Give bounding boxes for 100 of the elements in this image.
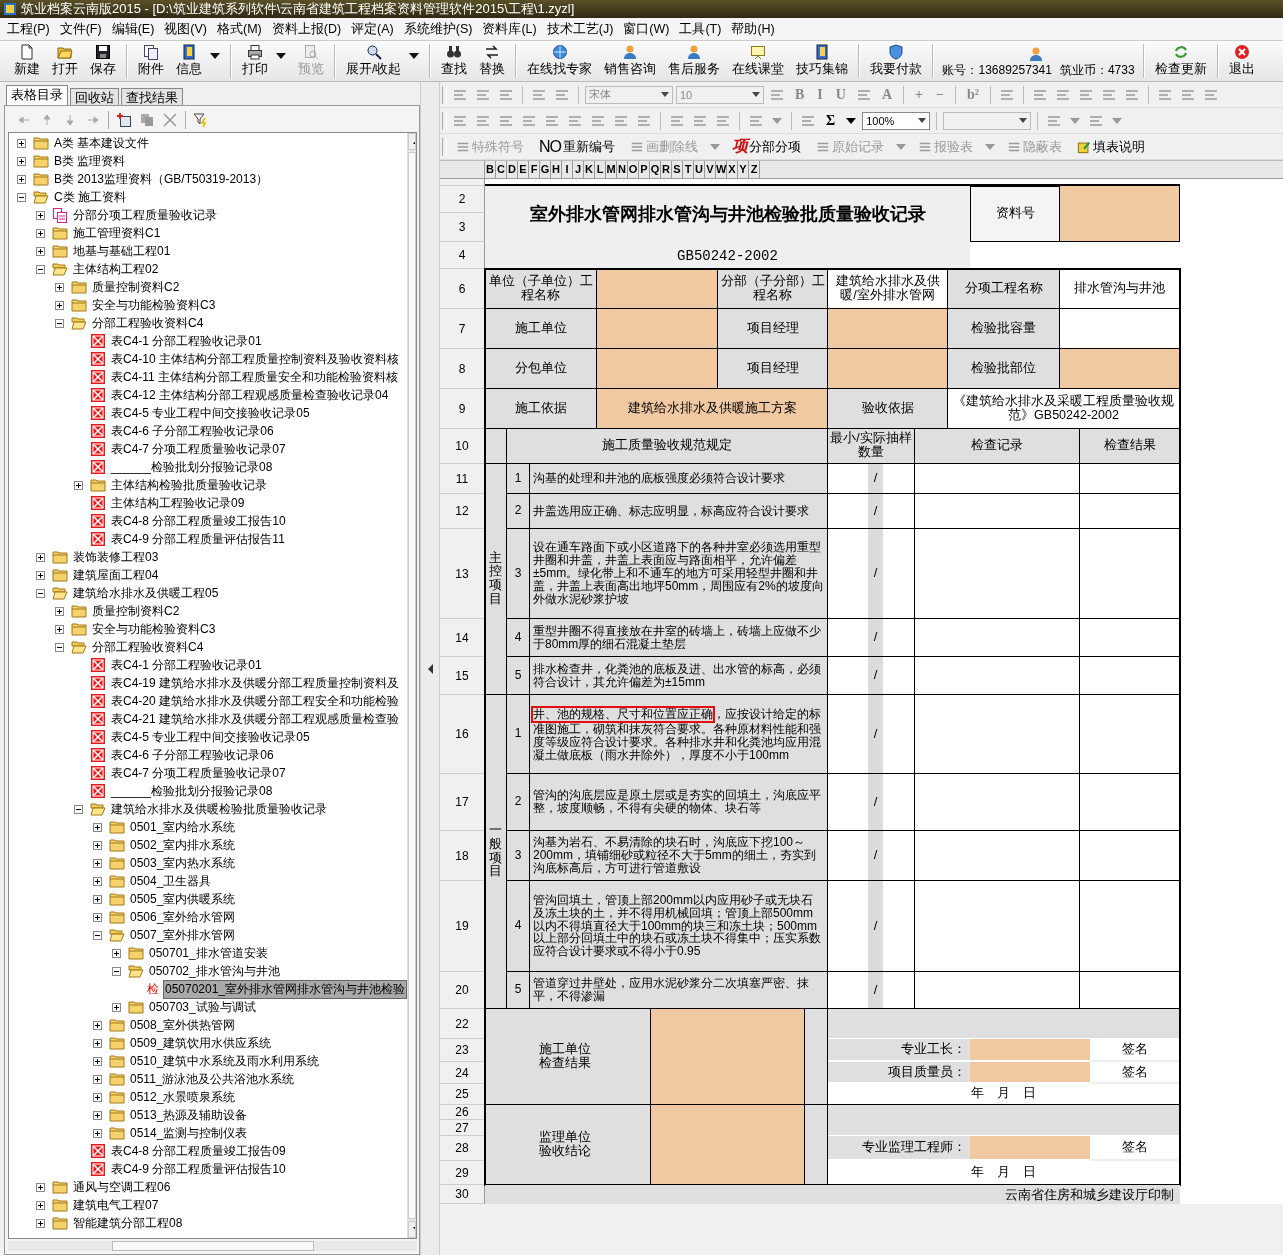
tree-item[interactable]: 表C4-20 建筑给水排水及供暖分部工程安全和功能检验 [109,691,402,711]
expand-toggle[interactable] [93,894,102,904]
tree-item[interactable]: 通风与空调工程06 [71,1177,173,1197]
column-header[interactable]: M [606,161,617,178]
tree-item[interactable]: 表C4-1 分部工程验收记录01 [109,331,264,351]
tree-item[interactable]: 表C4-1 分部工程验收记录01 [109,655,264,675]
toolbar-button[interactable]: 新建 [8,42,46,80]
column-header[interactable]: C [496,161,507,178]
menu-item[interactable]: 格式(M) [212,20,267,38]
tree-item[interactable]: A类 基本建设文件 [52,133,152,153]
collapse-toggle[interactable] [112,966,121,976]
toolbar-button[interactable]: NO重新编号 [533,137,621,156]
tree-item[interactable]: 表C4-6 子分部工程验收记录06 [109,421,276,441]
expand-toggle[interactable] [93,858,102,868]
toolbar-button[interactable]: 信息 [170,42,208,80]
tree-item[interactable]: 表C4-9 分部工程质量评估报告10 [109,1159,288,1179]
input-field[interactable] [597,309,718,349]
toolbar-button[interactable]: 退出 [1222,42,1261,80]
tree-item[interactable]: 0512_水景喷泉系统 [128,1087,238,1107]
tree-item[interactable]: 施工管理资料C1 [71,223,163,243]
column-header[interactable]: V [705,161,716,178]
input-field[interactable] [1060,349,1180,389]
tree-item[interactable]: 分部工程验收资料C4 [90,637,206,657]
tree-item[interactable]: 表C4-12 主体结构分部工程观感质量检查验收记录04 [109,385,391,405]
panel-tab[interactable]: 查找结果 [121,88,183,105]
expand-toggle[interactable] [36,228,45,238]
menu-item[interactable]: 资料库(L) [477,20,542,38]
column-header[interactable]: E [518,161,529,178]
collapse-toggle[interactable] [74,804,83,814]
expand-toggle[interactable] [17,156,26,166]
format-button[interactable]: Σ [821,112,841,129]
input-field[interactable] [828,309,948,349]
tree-item[interactable]: C类 施工资料 [52,187,128,207]
tree-item[interactable]: 0508_室外供热管网 [128,1015,238,1035]
tree-item[interactable]: 表C4-6 子分部工程验收记录06 [109,745,276,765]
column-header[interactable]: L [595,161,606,178]
scroll-bar[interactable] [8,1241,417,1251]
tree-item[interactable]: 表C4-11 主体结构分部工程质量安全和功能检验资料核 [109,367,401,387]
column-header[interactable]: J [573,161,584,178]
column-header[interactable]: T [683,161,694,178]
toolbar-button[interactable]: 替换 [473,42,512,80]
tree-item[interactable]: 表C4-7 分项工程质量验收记录07 [109,763,288,783]
filter-icon[interactable] [193,112,209,128]
expand-toggle[interactable] [55,624,64,634]
toolbar-button[interactable]: 打印 [236,42,274,80]
tree-item[interactable]: 050701_排水管道安装 [147,943,270,963]
tree-item[interactable]: 0506_室外给水管网 [128,907,238,927]
menu-item[interactable]: 评定(A) [346,20,399,38]
column-header[interactable]: Y [738,161,749,178]
menu-item[interactable]: 系统维护(S) [398,20,478,38]
expand-toggle[interactable] [93,1074,102,1084]
tree-item[interactable]: 表C4-8 分部工程质量竣工报告09 [109,1141,288,1161]
tree-item[interactable]: 0513_热源及辅助设备 [128,1105,250,1125]
expand-toggle[interactable] [36,1200,45,1210]
column-header[interactable]: U [694,161,705,178]
toolbar-button[interactable]: 售后服务 [662,42,727,80]
tree-item[interactable]: 表C4-5 专业工程中间交接验收记录05 [109,403,312,423]
combo-box[interactable]: 100% [862,111,931,130]
tree-item[interactable]: 050702_排水管沟与井池 [147,961,282,981]
tree-item[interactable]: 建筑电气工程07 [71,1195,161,1215]
tree-item[interactable]: 0504_卫生器具 [128,871,214,891]
menu-item[interactable]: 窗口(W) [618,20,675,38]
toolbar-button[interactable]: 我要付款 [864,42,929,80]
input-field[interactable] [828,349,948,389]
dropdown-arrow-icon[interactable] [210,53,220,59]
tree-item[interactable]: 05070201_室外排水管网排水管沟与井池检验 [163,979,408,999]
tree-item[interactable]: 0510_建筑中水系统及雨水利用系统 [128,1051,322,1071]
expand-toggle[interactable] [93,1092,102,1102]
tree-item[interactable]: 表C4-5 专业工程中间交接验收记录05 [109,727,312,747]
expand-toggle[interactable] [36,210,45,220]
column-header[interactable]: W [716,161,727,178]
tree-item[interactable]: 0501_室内给水系统 [128,817,238,837]
column-header[interactable]: D [507,161,518,178]
tree-item[interactable]: B类 2013监理资料（GB/T50319-2013） [52,169,271,189]
toolbar-button[interactable]: 检查更新 [1148,42,1213,80]
expand-toggle[interactable] [17,174,26,184]
input-field[interactable]: 建筑给水排水及供暖施工方案 [597,389,828,429]
tree-item[interactable]: 建筑给水排水及供暖检验批质量验收记录 [109,799,329,819]
tree-item[interactable]: 建筑屋面工程04 [71,565,161,585]
expand-toggle[interactable] [17,138,26,148]
menu-item[interactable]: 工具(T) [674,20,727,38]
column-header[interactable]: H [551,161,562,178]
tree-item[interactable]: 0509_建筑饮用水供应系统 [128,1033,274,1053]
column-header[interactable]: I [562,161,573,178]
collapse-toggle[interactable] [55,642,64,652]
tree-item[interactable]: 分部工程验收资料C4 [90,313,206,333]
column-header[interactable]: S [672,161,683,178]
menu-item[interactable]: 编辑(E) [106,20,160,38]
panel-tab[interactable]: 表格目录 [6,85,68,105]
expand-toggle[interactable] [55,282,64,292]
dropdown-arrow-icon[interactable] [846,117,857,124]
toolbar-button[interactable]: 保存 [84,42,122,80]
expand-toggle[interactable] [112,1002,121,1012]
expand-toggle[interactable] [36,552,45,562]
toolbar-button[interactable]: 项分部分项 [726,136,807,157]
expand-toggle[interactable] [93,912,102,922]
collapse-toggle[interactable] [93,930,102,940]
tree-item[interactable]: 装饰装修工程03 [71,547,161,567]
input-field[interactable] [597,269,718,309]
menu-item[interactable]: 视图(V) [159,20,212,38]
